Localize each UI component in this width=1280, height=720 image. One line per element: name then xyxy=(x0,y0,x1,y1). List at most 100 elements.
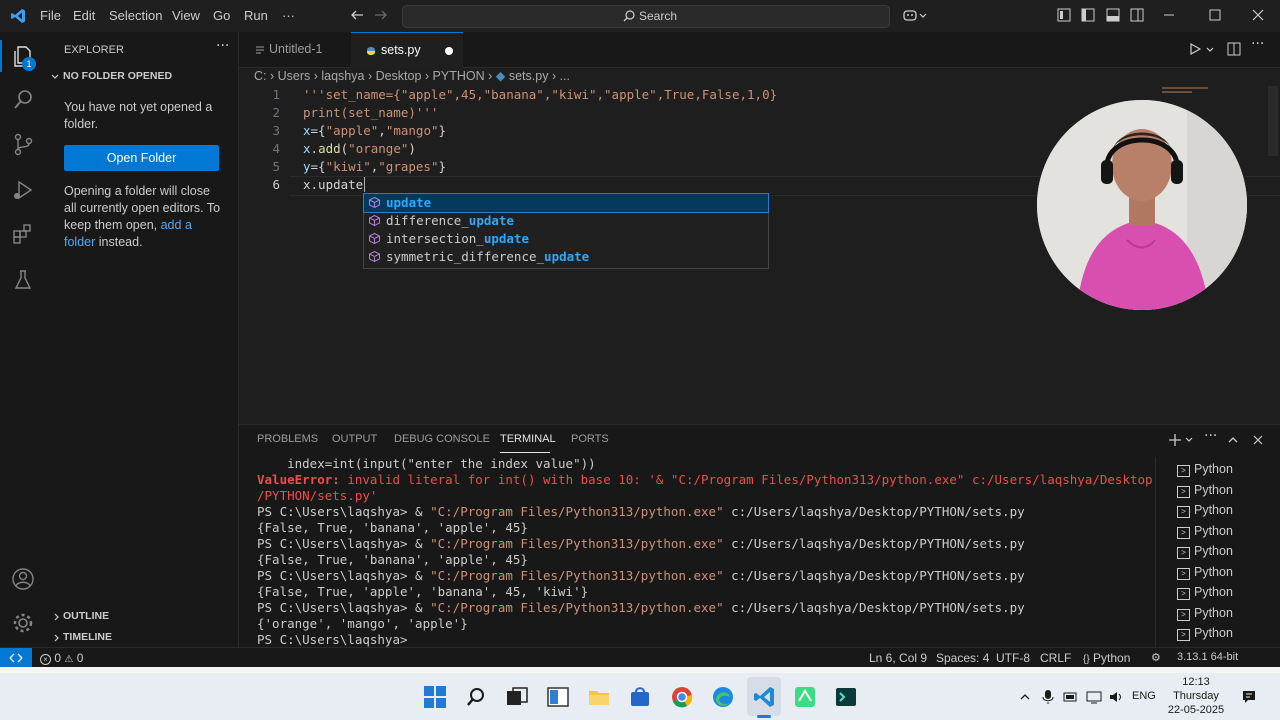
minimize-icon[interactable] xyxy=(1162,8,1176,22)
breadcrumb-item[interactable]: Desktop xyxy=(376,69,422,83)
open-folder-button[interactable]: Open Folder xyxy=(64,145,219,171)
suggest-item[interactable]: intersection_update xyxy=(364,230,768,248)
terminal-list-item[interactable]: > Python xyxy=(1177,565,1233,580)
suggest-item[interactable]: difference_update xyxy=(364,212,768,230)
edge-icon[interactable] xyxy=(711,685,735,709)
breadcrumb-item[interactable]: Users xyxy=(278,69,311,83)
language-mode[interactable]: {} Python xyxy=(1083,651,1130,665)
manage-gear-icon[interactable] xyxy=(11,611,35,635)
vscode-taskbar-icon[interactable] xyxy=(752,685,776,709)
panel-tab-output[interactable]: OUTPUT xyxy=(332,433,377,445)
source-control-icon[interactable] xyxy=(11,132,35,156)
volume-icon[interactable] xyxy=(1108,689,1124,705)
unsaved-dot-icon[interactable] xyxy=(445,47,453,55)
command-center-search[interactable]: Search xyxy=(402,5,890,28)
toggle-sidebar-icon[interactable] xyxy=(1081,8,1095,22)
terminal-list-item[interactable]: > Python xyxy=(1177,544,1233,559)
copilot-icon[interactable] xyxy=(902,8,928,22)
menu-file[interactable]: File xyxy=(40,8,61,23)
split-editor-icon[interactable] xyxy=(1227,42,1241,56)
indentation[interactable]: Spaces: 4 xyxy=(936,651,989,665)
language-indicator[interactable]: ENG xyxy=(1132,690,1156,702)
no-folder-section-header[interactable]: NO FOLDER OPENED xyxy=(63,68,172,85)
clock-time[interactable]: 12:13 xyxy=(1170,676,1222,688)
accounts-icon[interactable] xyxy=(11,567,35,591)
tab-untitled-1[interactable]: Untitled-1 xyxy=(239,32,352,67)
panel-tab-ports[interactable]: PORTS xyxy=(571,433,609,445)
menu-go[interactable]: Go xyxy=(213,8,230,23)
breadcrumb-item[interactable]: sets.py xyxy=(509,69,549,83)
chevron-right-icon[interactable] xyxy=(52,612,62,622)
chevron-down-icon[interactable] xyxy=(1205,45,1215,55)
testing-icon[interactable] xyxy=(11,268,35,292)
menu-run[interactable]: Run xyxy=(244,8,268,23)
microphone-icon[interactable] xyxy=(1042,689,1054,705)
terminal-list-item[interactable]: > Python xyxy=(1177,626,1233,641)
new-terminal-plus-icon[interactable] xyxy=(1168,433,1182,447)
python-env-icon[interactable]: ⚙ xyxy=(1151,651,1161,664)
notifications-icon[interactable] xyxy=(1241,689,1257,705)
views-more-icon[interactable]: ··· xyxy=(216,38,229,54)
widgets-icon[interactable] xyxy=(546,685,570,709)
taskbar-search-icon[interactable] xyxy=(464,685,488,709)
breadcrumb-item[interactable]: C: xyxy=(254,69,267,83)
outline-section[interactable]: OUTLINE xyxy=(63,608,109,625)
extensions-icon[interactable] xyxy=(11,222,35,246)
panel-tab-terminal[interactable]: TERMINAL xyxy=(500,433,556,445)
line-ending[interactable]: CRLF xyxy=(1040,651,1071,665)
chevron-down-icon[interactable] xyxy=(1184,435,1194,445)
cursor-position[interactable]: Ln 6, Col 9 xyxy=(869,651,927,665)
terminal-list-item[interactable]: > Python xyxy=(1177,585,1233,600)
close-panel-icon[interactable] xyxy=(1252,434,1264,446)
battery-icon[interactable] xyxy=(1063,691,1079,703)
problems-status[interactable]: × 0 ⚠ 0 xyxy=(40,651,83,665)
tab-sets-py[interactable]: sets.py xyxy=(351,32,463,68)
terminal-list-item[interactable]: > Python xyxy=(1177,606,1233,621)
terminal-app-icon[interactable] xyxy=(834,685,858,709)
maximize-icon[interactable] xyxy=(1208,8,1222,22)
network-icon[interactable] xyxy=(1086,690,1102,704)
search-view-icon[interactable] xyxy=(11,88,35,112)
microsoft-store-icon[interactable] xyxy=(628,685,652,709)
maximize-panel-icon[interactable] xyxy=(1227,434,1239,446)
remote-indicator[interactable] xyxy=(0,648,32,668)
customize-layout-icon[interactable] xyxy=(1057,8,1071,22)
panel-tab-problems[interactable]: PROBLEMS xyxy=(257,433,318,445)
menu-edit[interactable]: Edit xyxy=(73,8,95,23)
run-debug-icon[interactable] xyxy=(11,178,35,202)
chevron-right-icon[interactable] xyxy=(52,633,62,643)
terminal-list-item[interactable]: > Python xyxy=(1177,503,1233,518)
terminal-list-item[interactable]: > Python xyxy=(1177,462,1233,477)
windows-start-icon[interactable] xyxy=(423,685,447,709)
back-arrow-icon[interactable] xyxy=(350,8,364,22)
menu-view[interactable]: View xyxy=(172,8,200,23)
clock-day[interactable]: Thursday xyxy=(1170,690,1222,702)
timeline-section[interactable]: TIMELINE xyxy=(63,629,112,646)
chevron-down-icon[interactable] xyxy=(50,72,60,82)
interpreter-version[interactable]: 3.13.1 64-bit xyxy=(1177,651,1238,663)
suggest-item[interactable]: symmetric_difference_update xyxy=(364,248,768,266)
terminal-prompt-line[interactable]: PS C:\Users\laqshya> xyxy=(257,632,408,647)
panel-tab-debug-console[interactable]: DEBUG CONSOLE xyxy=(394,433,490,445)
encoding[interactable]: UTF-8 xyxy=(996,651,1030,665)
chevron-up-icon[interactable] xyxy=(1019,691,1031,703)
clock-date[interactable]: 22-05-2025 xyxy=(1164,704,1228,716)
breadcrumb-item[interactable]: ... xyxy=(560,69,570,83)
more-actions-icon[interactable]: ··· xyxy=(1251,36,1264,52)
close-window-icon[interactable] xyxy=(1251,8,1265,22)
file-explorer-icon[interactable] xyxy=(587,685,611,709)
task-view-icon[interactable] xyxy=(505,685,529,709)
terminal-list-item[interactable]: > Python xyxy=(1177,483,1233,498)
toggle-panel-icon[interactable] xyxy=(1106,8,1120,22)
suggest-item-selected[interactable]: update xyxy=(363,193,769,213)
panel-more-icon[interactable]: ··· xyxy=(1204,428,1217,444)
breadcrumb-item[interactable]: laqshya xyxy=(321,69,364,83)
toggle-secondary-sidebar-icon[interactable] xyxy=(1130,8,1144,22)
menu-more[interactable]: ··· xyxy=(282,8,295,23)
run-python-icon[interactable] xyxy=(1189,43,1201,55)
terminal-list-item[interactable]: > Python xyxy=(1177,524,1233,539)
android-studio-icon[interactable] xyxy=(793,685,817,709)
breadcrumb-item[interactable]: PYTHON xyxy=(433,69,485,83)
forward-arrow-icon[interactable] xyxy=(374,8,388,22)
chrome-icon[interactable] xyxy=(670,685,694,709)
